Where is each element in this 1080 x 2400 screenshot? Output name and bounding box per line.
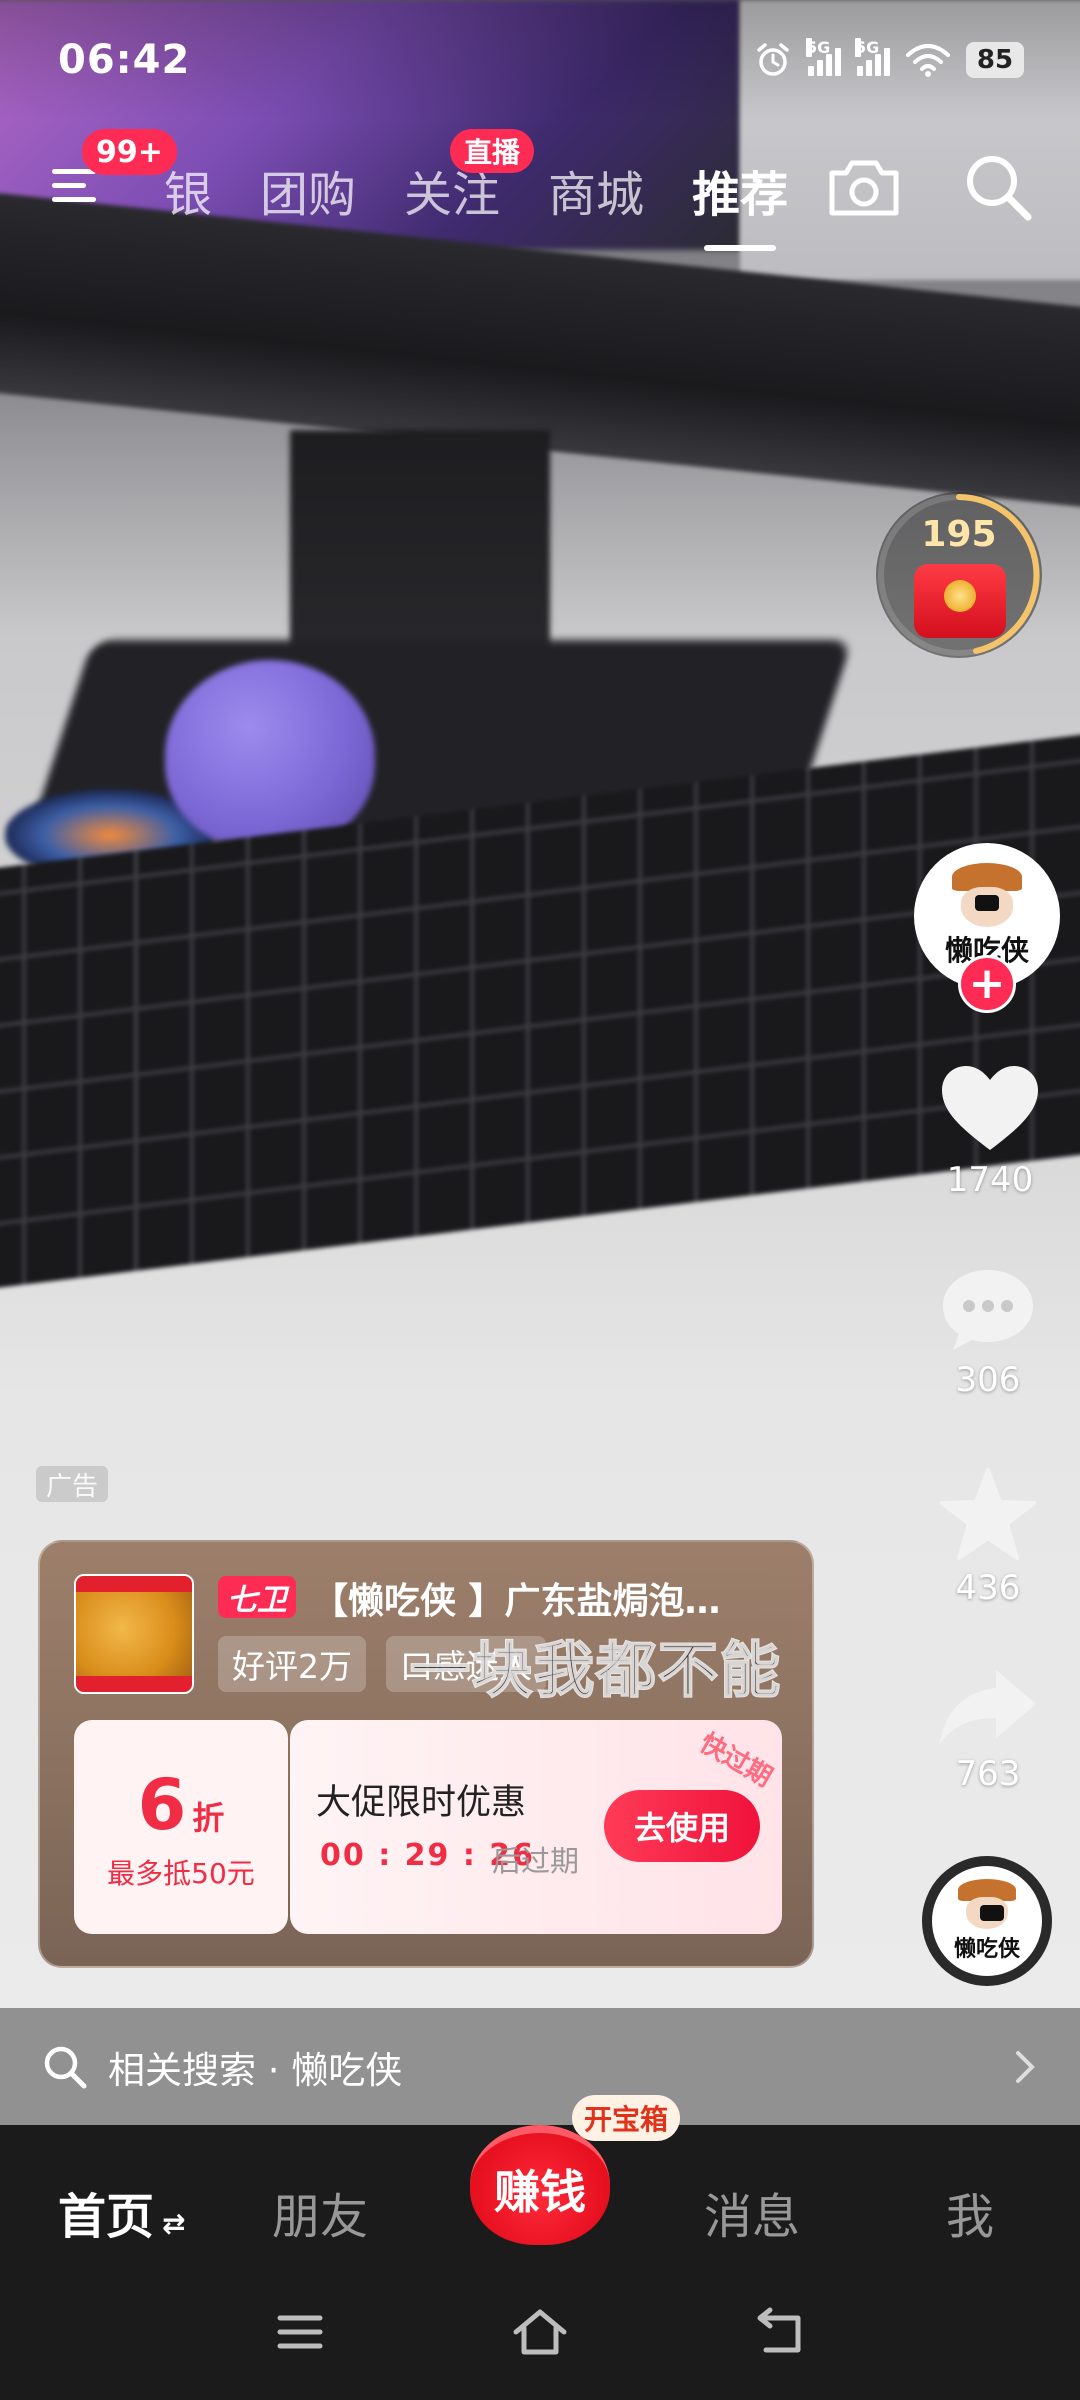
coupon-countdown-suffix: 后过期: [492, 1844, 580, 1878]
treasure-box-badge[interactable]: 开宝箱: [572, 2095, 681, 2141]
comment-count: 306: [955, 1360, 1021, 1400]
bottom-tab-bar: 首页 ⇄ 朋友 赚钱 开宝箱 消息 我: [0, 2095, 1080, 2280]
search-icon[interactable]: [962, 151, 1034, 223]
earn-money-button[interactable]: 赚钱: [470, 2125, 610, 2245]
comment-icon: [943, 1270, 1033, 1350]
ad-tag-reviews: 好评2万: [218, 1636, 366, 1692]
live-badge: 直播: [450, 129, 535, 173]
coupon-discount-panel: 6折 最多抵50元: [74, 1720, 288, 1934]
related-search-label: 相关搜索 · 懒吃侠: [108, 2049, 403, 2092]
red-packet-count: 195: [921, 514, 997, 555]
heart-icon: [942, 1066, 1038, 1150]
follow-button[interactable]: +: [958, 955, 1016, 1013]
back-icon[interactable]: [752, 2306, 808, 2358]
like-count: 1740: [946, 1160, 1034, 1200]
tab-recommended[interactable]: 推荐: [692, 155, 788, 251]
tab-home-label: 首页: [58, 2189, 155, 2245]
battery-icon: 85: [966, 42, 1024, 78]
coupon-detail-panel: 大促限时优惠 00 : 29 : 26 后过期 去使用 快过期: [290, 1720, 782, 1934]
share-count: 763: [955, 1754, 1021, 1794]
avatar-face-graphic: [961, 887, 1013, 927]
search-icon: [44, 2046, 87, 2089]
avatar-face-graphic: [966, 1897, 1008, 1929]
system-nav-bar: [0, 2280, 1080, 2400]
signal-icon: 5G: [806, 38, 841, 76]
chevron-right-icon: [1016, 2051, 1035, 2083]
share-button[interactable]: 763: [908, 1666, 1068, 1794]
related-search-bar[interactable]: 相关搜索 · 懒吃侠: [0, 2008, 1080, 2126]
signal-icon: 5G: [855, 38, 890, 76]
share-arrow-icon: [940, 1670, 1036, 1744]
like-button[interactable]: 1740: [910, 1062, 1070, 1200]
music-avatar-text: 懒吃侠: [953, 1937, 1020, 1962]
tab-messages[interactable]: 消息: [704, 2177, 800, 2247]
red-packet-icon: [914, 564, 1006, 638]
use-coupon-button[interactable]: 去使用: [604, 1790, 760, 1862]
ad-tag-taste: 口感迷人: [386, 1636, 546, 1692]
recent-apps-icon[interactable]: [274, 2306, 326, 2358]
tab-mall[interactable]: 商城: [548, 155, 644, 225]
wifi-icon: [906, 44, 950, 77]
star-icon: [940, 1468, 1036, 1560]
product-thumbnail[interactable]: [74, 1574, 194, 1694]
menu-badge: 99+: [82, 129, 177, 175]
coupon-max-deduct: 最多抵50元: [107, 1857, 255, 1890]
favorite-button[interactable]: 436: [908, 1466, 1068, 1608]
red-packet-widget[interactable]: 195: [876, 492, 1042, 658]
brand-logo: 七卫: [218, 1576, 296, 1618]
swap-icon: ⇄: [162, 2207, 186, 2240]
comment-button[interactable]: 306: [908, 1266, 1068, 1400]
status-time: 06:42: [58, 37, 191, 83]
ad-label: 广告: [36, 1466, 109, 1502]
status-bar: 06:42 5G 5G 85: [0, 0, 1080, 120]
coupon-title: 大促限时优惠: [316, 1783, 527, 1823]
tab-friends[interactable]: 朋友: [272, 2177, 368, 2247]
music-disc-avatar[interactable]: 懒吃侠: [922, 1856, 1052, 1986]
tab-group-buy[interactable]: 团购: [260, 155, 356, 225]
favorite-count: 436: [955, 1568, 1021, 1608]
ad-card[interactable]: 七卫 【懒吃侠 】广东盐焗泡… 好评2万 口感迷人 一块我都不能放过 6折 最多…: [38, 1540, 814, 1968]
top-nav: 99+ 银 团购 关注 商城 推荐 直播: [0, 129, 1080, 251]
tab-me[interactable]: 我: [946, 2177, 994, 2247]
home-icon[interactable]: [510, 2306, 570, 2358]
tab-partial[interactable]: 银: [164, 155, 212, 225]
camera-icon[interactable]: [826, 155, 902, 219]
tab-home[interactable]: 首页 ⇄: [58, 2177, 185, 2247]
coupon-discount-unit: 折: [192, 1799, 225, 1837]
ad-title[interactable]: 【懒吃侠 】广东盐焗泡…: [312, 1572, 792, 1624]
status-icons: 5G 5G 85: [754, 38, 1024, 79]
video-toy-duck: [165, 660, 375, 850]
alarm-icon: [757, 43, 789, 76]
coupon-discount-number: 6: [137, 1764, 187, 1846]
